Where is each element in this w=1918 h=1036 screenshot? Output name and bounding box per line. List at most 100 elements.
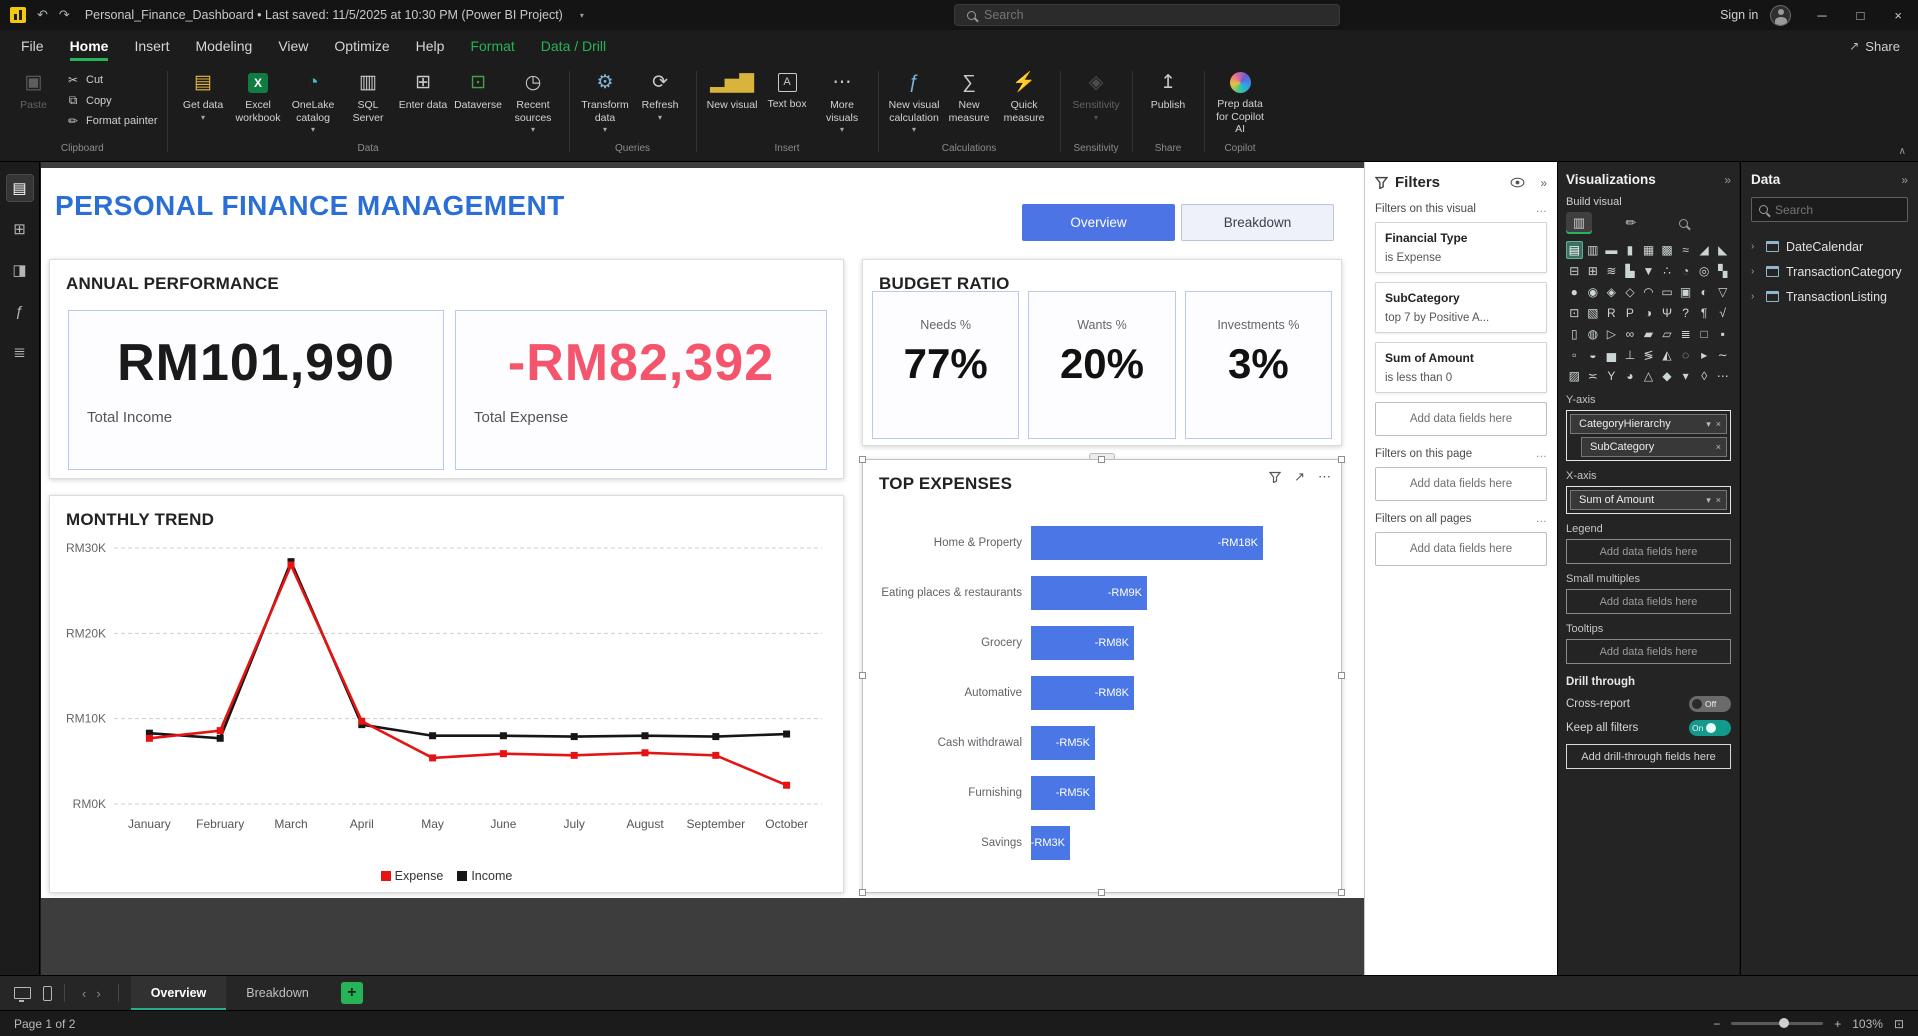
q-and-a-icon[interactable]: ? <box>1677 304 1694 322</box>
card-icon[interactable]: ▭ <box>1659 283 1676 301</box>
page-tab-overview[interactable]: Overview <box>130 975 227 1011</box>
zoom-out-button[interactable]: − <box>1713 1017 1720 1031</box>
menu-item-home[interactable]: Home <box>69 30 108 62</box>
line-chart-icon[interactable]: ≈ <box>1677 241 1694 259</box>
field-pill-sum-of-amount[interactable]: Sum of Amount ▾ × <box>1570 490 1727 510</box>
selection-handle[interactable] <box>1338 672 1345 679</box>
list-slicer-icon[interactable]: ≣ <box>1677 325 1694 343</box>
text-slicer-icon[interactable]: ▱ <box>1659 325 1676 343</box>
sparkline-icon[interactable]: ∼ <box>1714 346 1731 364</box>
data-table-transactionlisting[interactable]: › TransactionListing <box>1751 284 1908 309</box>
build-visual-tab[interactable]: ▥ <box>1566 212 1592 234</box>
waterfall-chart-icon[interactable]: ▙ <box>1622 262 1639 280</box>
annual-performance-card[interactable]: ANNUAL PERFORMANCE RM101,990 Total Incom… <box>49 259 844 479</box>
line-and-stacked-column-chart-icon[interactable]: ⊟ <box>1566 262 1583 280</box>
stacked-area-chart-icon[interactable]: ◣ <box>1714 241 1731 259</box>
pill-remove-icon[interactable]: × <box>1716 495 1721 505</box>
fit-to-page-icon[interactable]: ⊡ <box>1894 1017 1904 1031</box>
data-search-input[interactable] <box>1775 202 1900 217</box>
filter-card-financial-type[interactable]: Financial Type is Expense <box>1375 222 1547 273</box>
azure-map-icon[interactable]: ◇ <box>1622 283 1639 301</box>
cross-report-toggle[interactable]: Off <box>1689 696 1731 712</box>
filled-map-icon[interactable]: ◉ <box>1585 283 1602 301</box>
menu-item-help[interactable]: Help <box>416 30 445 62</box>
sunburst-chart-icon[interactable]: ◕ <box>1622 367 1639 385</box>
heatmap-icon[interactable]: ▾ <box>1677 367 1694 385</box>
selection-handle[interactable] <box>1098 456 1105 463</box>
expand-chevron-icon[interactable]: › <box>1751 266 1759 277</box>
zoom-slider[interactable] <box>1731 1018 1824 1028</box>
get-more-visuals-icon[interactable]: ⋯ <box>1714 367 1731 385</box>
collapse-pane-icon[interactable]: » <box>1724 173 1731 187</box>
clustered-bar-chart-icon[interactable]: ▬ <box>1603 241 1620 259</box>
timeline-icon[interactable]: ≍ <box>1585 367 1602 385</box>
bar[interactable]: -RM5K <box>1031 776 1095 810</box>
page-tab-breakdown[interactable]: Breakdown <box>226 976 329 1011</box>
filter-card-sum-of-amount[interactable]: Sum of Amount is less than 0 <box>1375 342 1547 393</box>
ribbon-item-transform-data[interactable]: ⚙ Transform data ▾ <box>579 67 632 134</box>
add-data-fields-dropzone[interactable]: Add data fields here <box>1375 532 1547 566</box>
scatter-chart-icon[interactable]: ∴ <box>1659 262 1676 280</box>
radial-gauge-icon[interactable]: ◒ <box>1585 346 1602 364</box>
analytics-tab[interactable] <box>1670 212 1696 234</box>
tornado-chart-icon[interactable]: ◊ <box>1696 367 1713 385</box>
add-data-fields-dropzone[interactable]: Add data fields here <box>1375 467 1547 501</box>
global-search-box[interactable] <box>954 4 1340 26</box>
stacked-bar-chart-icon[interactable]: ▤ <box>1566 241 1583 259</box>
100-stacked-column-chart-icon[interactable]: ▩ <box>1659 241 1676 259</box>
format-visual-tab[interactable]: ✏ <box>1618 212 1644 234</box>
ribbon-item-onelake-catalog[interactable]: ◔ OneLake catalog ▾ <box>287 67 340 134</box>
ribbon-item-recent-sources[interactable]: ◷ Recent sources ▾ <box>507 67 560 134</box>
calendar-visual-icon[interactable]: ▨ <box>1566 367 1583 385</box>
menu-item-data-drill[interactable]: Data / Drill <box>541 30 606 62</box>
zoom-slider-thumb[interactable] <box>1779 1018 1790 1028</box>
collapse-ribbon-icon[interactable]: ∧ <box>1899 146 1906 157</box>
ribbon-item-excel-workbook[interactable]: X Excel workbook <box>232 67 285 124</box>
new-page-button[interactable]: + <box>340 982 363 1004</box>
menu-item-modeling[interactable]: Modeling <box>195 30 252 62</box>
100-stacked-bar-chart-icon[interactable]: ▦ <box>1640 241 1657 259</box>
ribbon-item-text-box[interactable]: A Text box <box>761 67 814 111</box>
histogram-icon[interactable]: ▅ <box>1603 346 1620 364</box>
gantt-chart-icon[interactable]: ◆ <box>1659 367 1676 385</box>
tmdl-view-button[interactable]: ≣ <box>6 338 34 366</box>
ribbon-item-paste[interactable]: ▣ Paste <box>7 67 60 112</box>
eye-icon[interactable] <box>1510 177 1525 188</box>
field-pill-categoryhierarchy[interactable]: CategoryHierarchy ▾ × <box>1570 414 1727 434</box>
line-and-clustered-column-chart-icon[interactable]: ⊞ <box>1585 262 1602 280</box>
pill-remove-icon[interactable]: × <box>1716 419 1721 429</box>
kpi-icon[interactable]: ◐ <box>1696 283 1713 301</box>
bar[interactable]: -RM5K <box>1031 726 1095 760</box>
prev-page-button[interactable]: ‹ <box>82 986 86 1001</box>
ribbon-item-dataverse[interactable]: ⊡ Dataverse <box>452 67 505 112</box>
org-chart-icon[interactable]: Y <box>1603 367 1620 385</box>
pill-remove-icon[interactable]: × <box>1716 442 1721 452</box>
bar[interactable]: -RM3K <box>1031 826 1070 860</box>
bar[interactable]: -RM8K <box>1031 676 1134 710</box>
power-apps-icon[interactable]: ▷ <box>1603 325 1620 343</box>
selection-handle[interactable] <box>1338 456 1345 463</box>
data-table-transactioncategory[interactable]: › TransactionCategory <box>1751 259 1908 284</box>
data-search-box[interactable] <box>1751 197 1908 222</box>
radar-chart-icon[interactable]: △ <box>1640 367 1657 385</box>
small-multiples-chart-icon[interactable]: ▫ <box>1566 346 1583 364</box>
menu-item-view[interactable]: View <box>278 30 308 62</box>
network-chart-icon[interactable]: ◌ <box>1677 346 1694 364</box>
more-options-icon[interactable]: … <box>1536 448 1548 460</box>
selection-handle[interactable] <box>859 889 866 896</box>
area-chart-icon[interactable]: ◢ <box>1696 241 1713 259</box>
ribbon-item-format-painter[interactable]: ✏ Format painter <box>66 114 158 128</box>
more-options-icon[interactable]: ⋯ <box>1318 469 1331 485</box>
pill-dropdown-icon[interactable]: ▾ <box>1706 495 1711 506</box>
table-view-button[interactable]: ⊞ <box>6 215 34 243</box>
map-icon[interactable]: ● <box>1566 283 1583 301</box>
mobile-layout-icon[interactable] <box>43 985 52 1001</box>
redo-button[interactable]: ↷ <box>59 7 70 23</box>
add-data-fields-dropzone[interactable]: Add data fields here <box>1566 639 1731 664</box>
matrix-icon[interactable]: ▧ <box>1585 304 1602 322</box>
top-expenses-card[interactable]: ↗ ⋯ TOP EXPENSES Home & Property -RM18K Ea… <box>859 453 1345 896</box>
filter-card-subcategory[interactable]: SubCategory top 7 by Positive A... <box>1375 282 1547 333</box>
sign-in-button[interactable]: Sign in <box>1720 8 1758 22</box>
monthly-trend-card[interactable]: MONTHLY TREND RM0K RM10K RM20K RM30K January… <box>49 495 844 893</box>
ribbon-item-sql-server[interactable]: ▥ SQL Server <box>342 67 395 124</box>
